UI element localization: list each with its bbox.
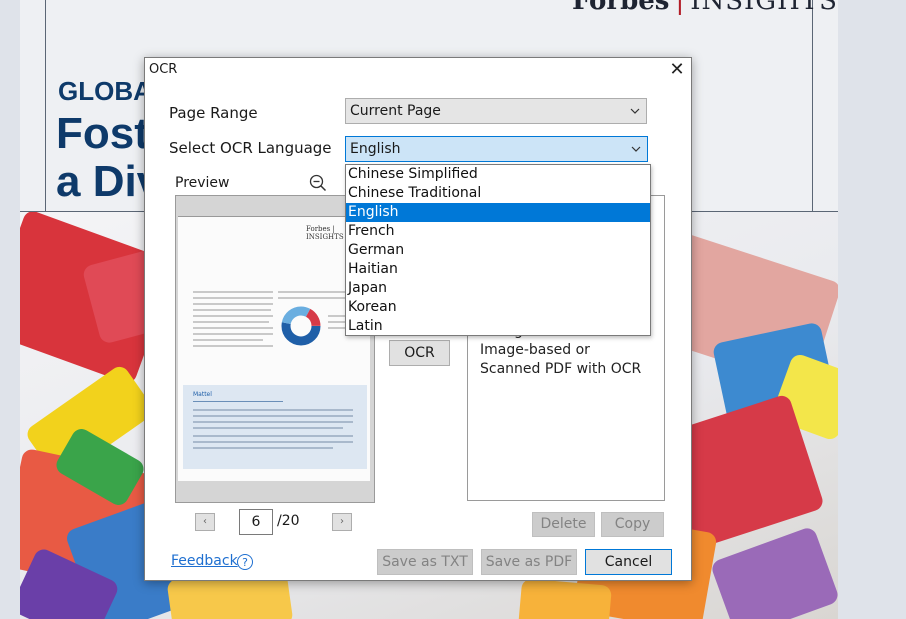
- cancel-button[interactable]: Cancel: [585, 549, 672, 575]
- copy-button[interactable]: Copy: [601, 512, 664, 537]
- help-icon[interactable]: ?: [237, 554, 253, 570]
- feedback-link[interactable]: Feedback: [171, 553, 238, 569]
- thumbnail-section-title: Mattel: [193, 391, 212, 398]
- preview-label: Preview: [175, 175, 230, 191]
- ocr-language-label: Select OCR Language: [169, 139, 332, 157]
- close-icon[interactable]: ✕: [663, 58, 691, 82]
- ocr-button[interactable]: OCR: [389, 340, 450, 366]
- page-total: /20: [277, 513, 300, 529]
- page-range-value: Current Page: [350, 103, 441, 119]
- page-number-input[interactable]: 6: [239, 509, 273, 535]
- ocr-language-select[interactable]: English: [345, 136, 648, 162]
- ocr-language-dropdown-list: Chinese Simplified Chinese Traditional E…: [345, 164, 651, 336]
- language-option[interactable]: Japan: [346, 279, 650, 298]
- save-as-pdf-button[interactable]: Save as PDF: [481, 549, 577, 575]
- language-option[interactable]: French: [346, 222, 650, 241]
- next-page-button[interactable]: ›: [332, 513, 352, 531]
- page-range-label: Page Range: [169, 104, 258, 122]
- language-option[interactable]: Latin: [346, 317, 650, 336]
- language-option[interactable]: Chinese Traditional: [346, 184, 650, 203]
- ocr-language-value: English: [350, 141, 401, 157]
- language-option[interactable]: German: [346, 241, 650, 260]
- save-as-txt-button[interactable]: Save as TXT: [377, 549, 473, 575]
- thumbnail-sidebar-box: Mattel: [183, 385, 367, 469]
- language-option-selected[interactable]: English: [346, 203, 650, 222]
- ocr-dialog: OCR ✕ Page Range Current Page Select OCR…: [144, 57, 692, 581]
- dialog-title: OCR: [149, 62, 178, 77]
- language-option[interactable]: Korean: [346, 298, 650, 317]
- page-range-select[interactable]: Current Page: [345, 98, 647, 124]
- forbes-insights-logo: Forbes | INSIGHTS: [572, 0, 838, 16]
- prev-page-button[interactable]: ‹: [195, 513, 215, 531]
- language-option[interactable]: Chinese Simplified: [346, 165, 650, 184]
- preview-thumbnail: Forbes | INSIGHTS Mattel: [178, 216, 370, 481]
- chevron-down-icon: [630, 99, 640, 131]
- language-option[interactable]: Haitian: [346, 260, 650, 279]
- zoom-out-icon[interactable]: [309, 174, 327, 192]
- thumbnail-donut-chart: [281, 306, 321, 346]
- delete-button[interactable]: Delete: [532, 512, 595, 537]
